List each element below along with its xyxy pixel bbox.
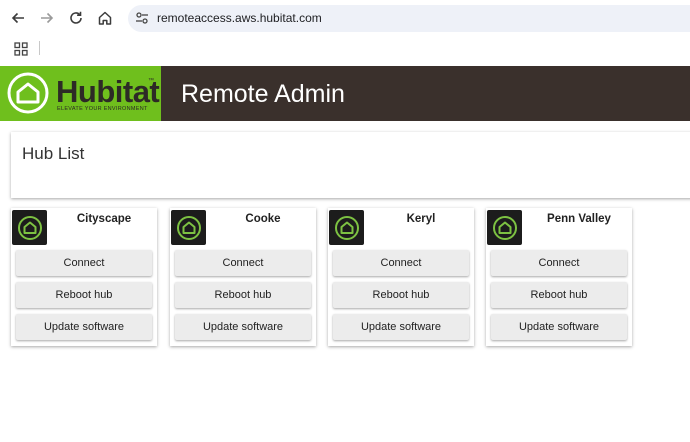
update-software-button[interactable]: Update software — [16, 314, 152, 340]
page-title: Remote Admin — [181, 80, 345, 108]
hub-list-title: Hub List — [22, 144, 85, 163]
hubitat-logo-icon — [7, 72, 49, 114]
logo-tagline: ELEVATE YOUR ENVIRONMENT — [57, 106, 148, 112]
hub-card-keryl: Keryl Connect Reboot hub Update software — [328, 208, 474, 346]
update-software-button[interactable]: Update software — [491, 314, 627, 340]
reboot-hub-button[interactable]: Reboot hub — [175, 282, 311, 308]
url-text[interactable]: remoteaccess.aws.hubitat.com — [157, 11, 322, 25]
tune-icon[interactable] — [134, 10, 150, 26]
home-icon — [98, 11, 112, 25]
connect-button[interactable]: Connect — [16, 250, 152, 276]
update-software-button[interactable]: Update software — [333, 314, 469, 340]
hubitat-hub-icon — [334, 215, 359, 240]
connect-button[interactable]: Connect — [175, 250, 311, 276]
apps-grid-icon[interactable] — [14, 42, 28, 56]
hub-card-penn-valley: Penn Valley Connect Reboot hub Update so… — [486, 208, 632, 346]
bookmarks-divider — [39, 41, 40, 55]
update-software-button[interactable]: Update software — [175, 314, 311, 340]
arrow-left-icon — [11, 12, 24, 24]
hub-name: Cityscape — [76, 213, 132, 225]
reboot-hub-button[interactable]: Reboot hub — [333, 282, 469, 308]
home-button[interactable] — [94, 7, 116, 29]
hub-card-cityscape: Cityscape Connect Reboot hub Update soft… — [11, 208, 157, 346]
reboot-hub-button[interactable]: Reboot hub — [16, 282, 152, 308]
back-button[interactable] — [7, 7, 29, 29]
logo-trademark: ™ — [148, 78, 154, 84]
hubitat-hub-icon — [492, 215, 517, 240]
connect-button[interactable]: Connect — [333, 250, 469, 276]
bookmarks-bar — [0, 36, 690, 64]
hub-name: Penn Valley — [547, 213, 611, 225]
hub-list-card — [11, 132, 690, 198]
hub-icon-container — [329, 210, 364, 245]
hub-name: Cooke — [245, 213, 281, 225]
hub-card-cooke: Cooke Connect Reboot hub Update software — [170, 208, 316, 346]
hub-icon-container — [171, 210, 206, 245]
hub-icon-container — [487, 210, 522, 245]
arrow-right-icon — [41, 12, 54, 24]
hub-name: Keryl — [406, 213, 436, 225]
reboot-hub-button[interactable]: Reboot hub — [491, 282, 627, 308]
hubitat-hub-icon — [176, 215, 201, 240]
forward-button[interactable] — [36, 7, 58, 29]
logo-wordmark: Hubitat — [56, 74, 160, 109]
hub-icon-container — [12, 210, 47, 245]
reload-button[interactable] — [65, 7, 87, 29]
connect-button[interactable]: Connect — [491, 250, 627, 276]
reload-icon — [70, 11, 82, 24]
hubitat-hub-icon — [17, 215, 42, 240]
